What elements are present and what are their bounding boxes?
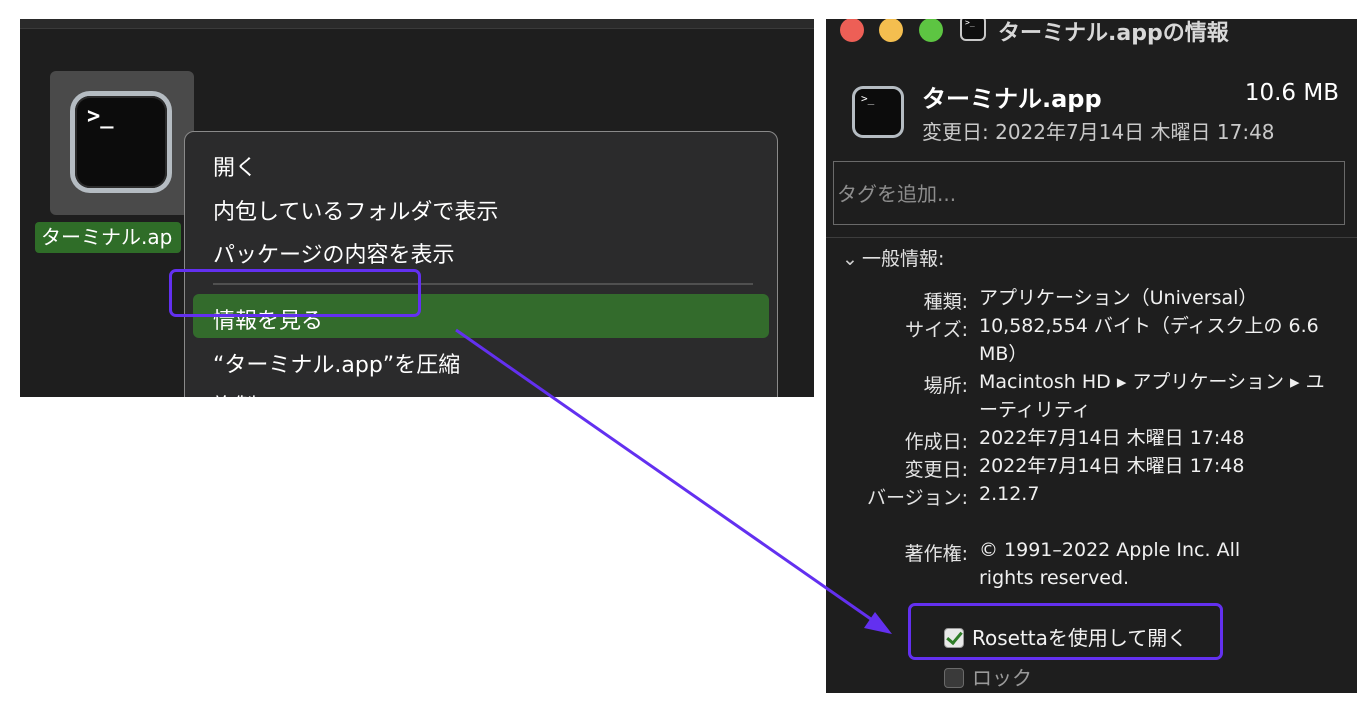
file-name-label[interactable]: ターミナル.ap	[35, 222, 181, 253]
window-title: ターミナル.appの情報	[998, 21, 1229, 46]
menu-item-compress[interactable]: “ターミナル.app”を圧縮	[213, 347, 460, 379]
finder-window: >_ ターミナル.ap 開く 内包しているフォルダで表示 パッケージの内容を表示…	[20, 19, 814, 397]
terminal-prompt-glyph: >_	[87, 104, 114, 129]
where-value: Macintosh HD ▸ アプリケーション ▸ ユーティリティ	[979, 371, 1325, 421]
lock-label: ロック	[972, 666, 1032, 690]
version-value: 2.12.7	[979, 483, 1040, 505]
menu-item-duplicate[interactable]: 複製	[213, 389, 257, 397]
version-label: バージョン:	[866, 487, 968, 509]
menu-item-show-in-enclosing-folder[interactable]: 内包しているフォルダで表示	[213, 194, 498, 226]
general-info-disclosure[interactable]: ⌄ 一般情報:	[842, 244, 944, 271]
tags-input[interactable]	[833, 161, 1345, 225]
minimize-button[interactable]	[879, 19, 903, 42]
lock-option[interactable]: ロック	[944, 662, 1032, 691]
terminal-title-icon: >_	[960, 19, 986, 41]
size-label: サイズ:	[905, 319, 968, 341]
terminal-app-icon-small: >_	[852, 86, 904, 138]
copyright-value: © 1991–2022 Apple Inc. All rights reserv…	[979, 539, 1241, 589]
modified-value: 2022年7月14日 木曜日 17:48	[979, 455, 1245, 477]
rosetta-callout-box	[908, 603, 1223, 660]
kind-label: 種類:	[923, 291, 968, 313]
terminal-prompt-glyph: >_	[861, 92, 875, 105]
general-info-title: 一般情報:	[862, 248, 945, 270]
menu-item-open[interactable]: 開く	[213, 150, 257, 182]
copyright-label: 著作権:	[904, 543, 968, 565]
chevron-down-icon[interactable]: ⌄	[842, 248, 862, 270]
title-bar: >_ ターミナル.appの情報	[826, 19, 1357, 47]
context-menu: 開く 内包しているフォルダで表示 パッケージの内容を表示 情報を見る “ターミナ…	[184, 131, 778, 397]
terminal-app-icon[interactable]: >_	[70, 91, 172, 193]
kind-value: アプリケーション（Universal）	[979, 287, 1258, 309]
menu-item-show-package-contents[interactable]: パッケージの内容を表示	[213, 237, 455, 269]
terminal-app-tile[interactable]: >_	[50, 71, 194, 215]
get-info-window: >_ ターミナル.appの情報 >_ ターミナル.app 10.6 MB 変更日…	[826, 19, 1357, 693]
created-label: 作成日:	[904, 431, 968, 453]
lock-checkbox[interactable]	[944, 668, 964, 688]
created-value: 2022年7月14日 木曜日 17:48	[979, 427, 1245, 449]
get-info-callout-box	[169, 269, 421, 317]
where-label: 場所:	[923, 375, 968, 397]
app-name: ターミナル.app	[922, 85, 1102, 113]
zoom-button[interactable]	[919, 19, 943, 42]
close-button[interactable]	[840, 19, 864, 42]
app-size: 10.6 MB	[1244, 80, 1339, 106]
finder-toolbar-edge	[20, 19, 814, 29]
modified-label: 変更日:	[904, 459, 968, 481]
modified-date: 変更日: 2022年7月14日 木曜日 17:48	[922, 120, 1275, 144]
section-divider	[826, 237, 1357, 238]
size-value: 10,582,554 バイト（ディスク上の 6.6 MB）	[979, 315, 1319, 365]
